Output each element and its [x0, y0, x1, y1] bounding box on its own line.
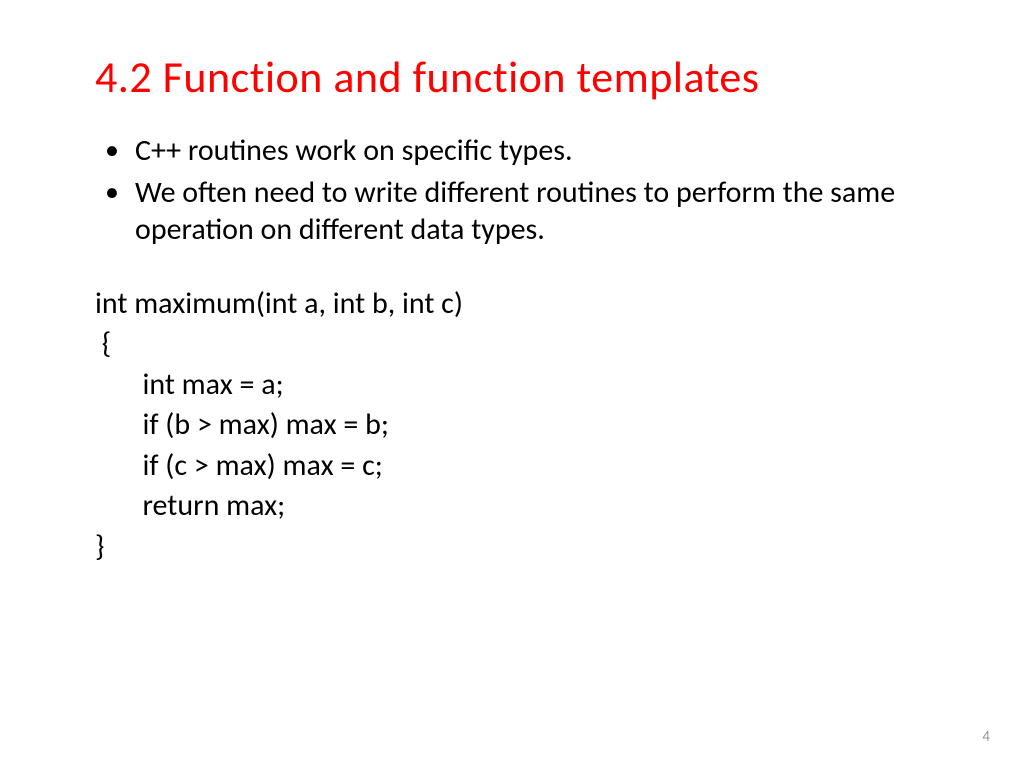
slide-body: C++ routines work on specific types. We …: [95, 132, 934, 567]
slide: 4.2 Function and function templates C++ …: [0, 0, 1024, 768]
list-item: We often need to write different routine…: [95, 174, 934, 249]
page-number: 4: [982, 728, 990, 746]
bullet-list: C++ routines work on specific types. We …: [95, 132, 934, 249]
slide-title: 4.2 Function and function templates: [95, 50, 934, 104]
list-item: C++ routines work on specific types.: [95, 132, 934, 170]
code-block: int maximum(int a, int b, int c) { int m…: [95, 284, 934, 568]
